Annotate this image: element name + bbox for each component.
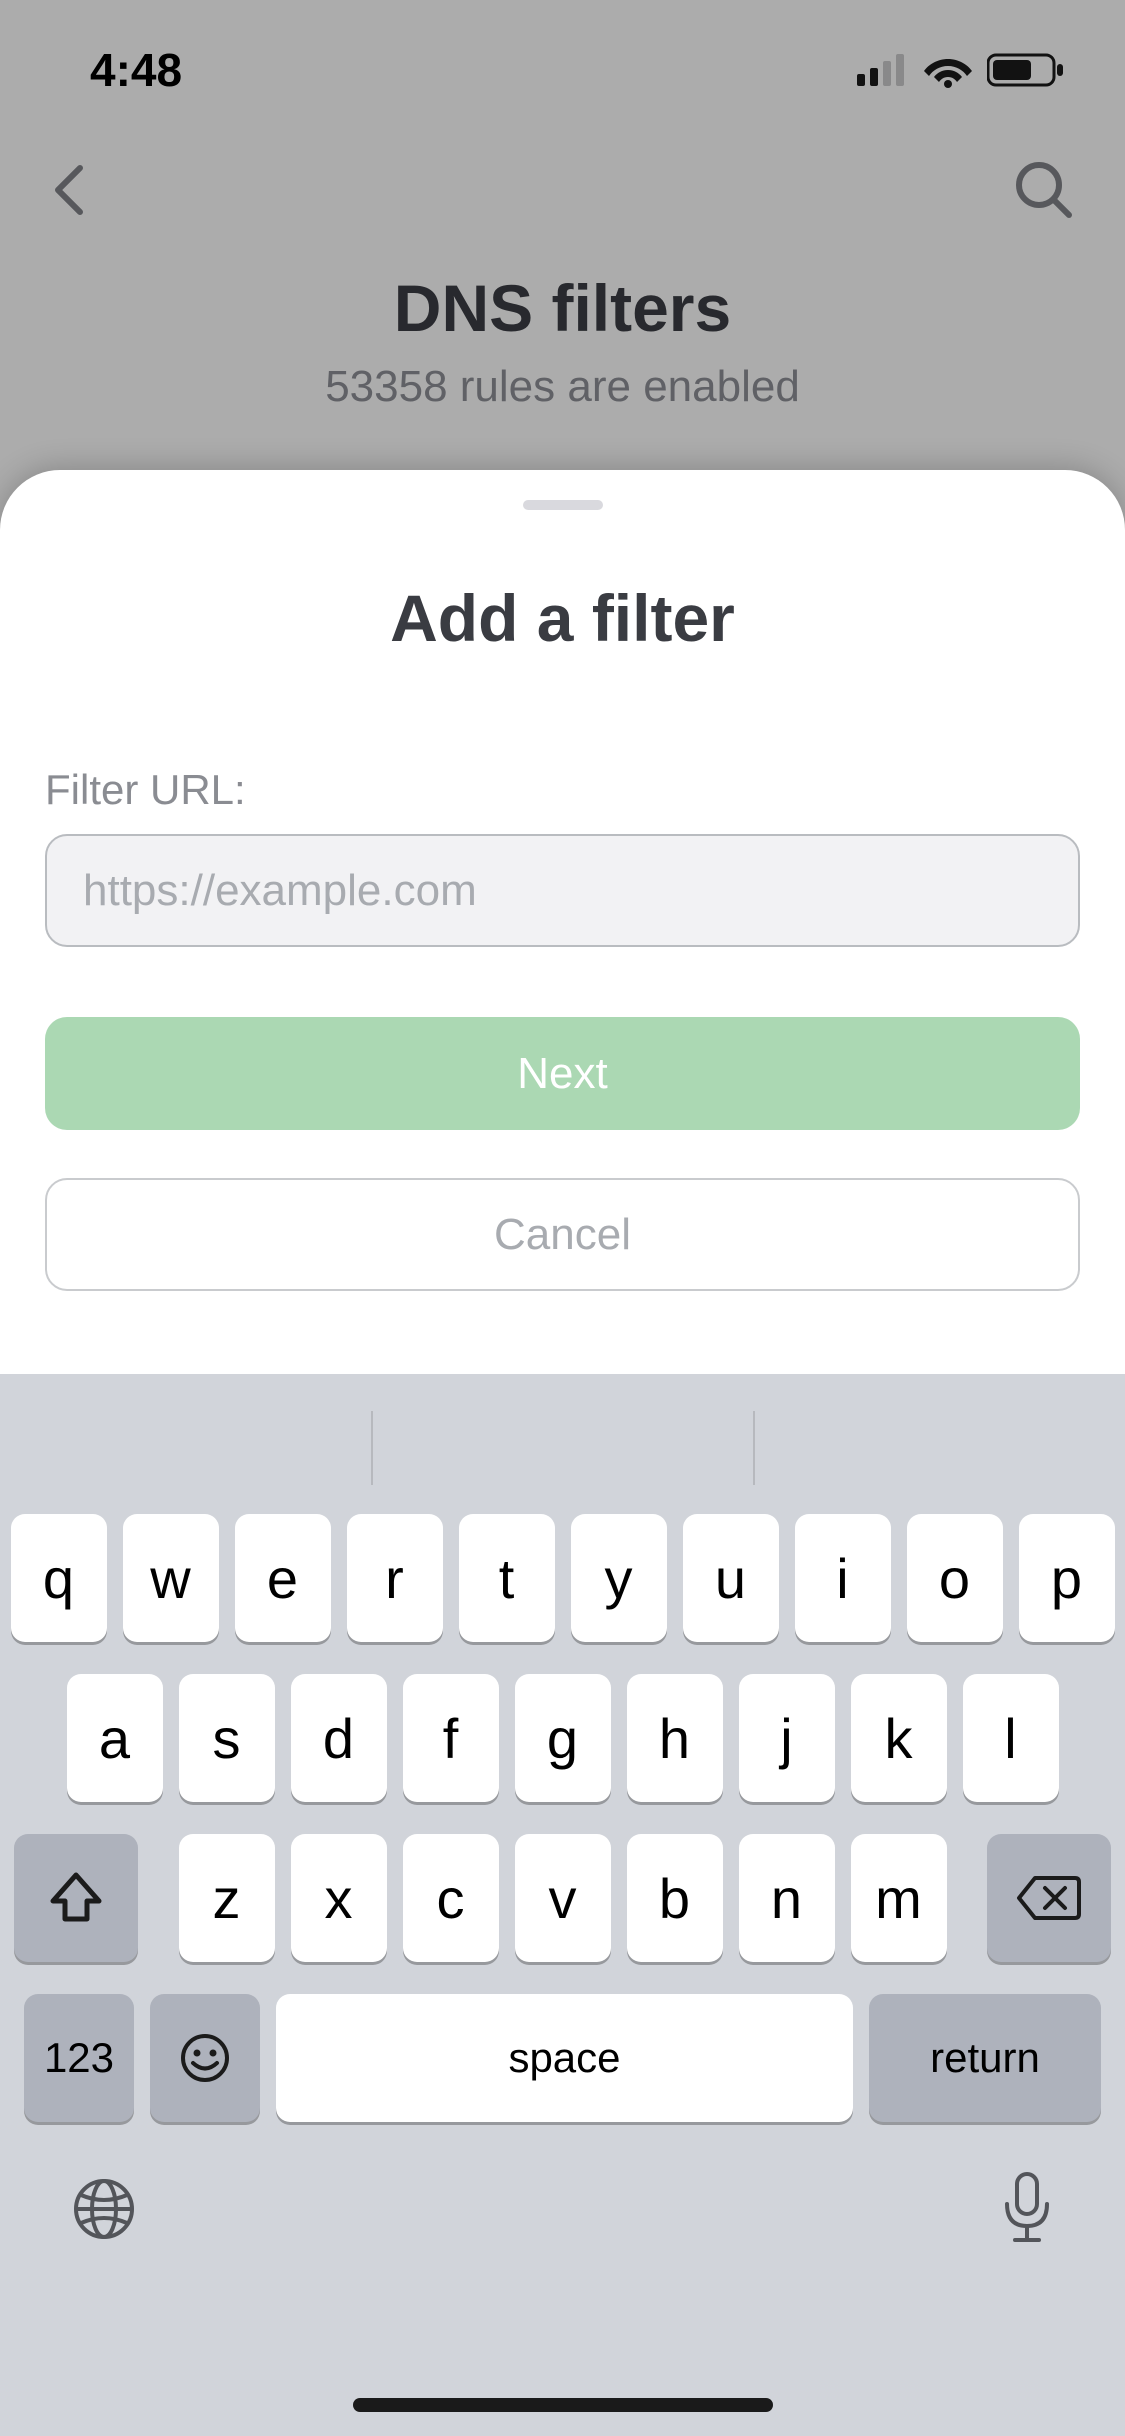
key-r[interactable]: r (347, 1514, 443, 1642)
emoji-key[interactable] (150, 1994, 260, 2122)
key-a[interactable]: a (67, 1674, 163, 1802)
key-d[interactable]: d (291, 1674, 387, 1802)
filter-url-label: Filter URL: (45, 766, 1080, 814)
key-l[interactable]: l (963, 1674, 1059, 1802)
key-x[interactable]: x (291, 1834, 387, 1962)
key-o[interactable]: o (907, 1514, 1003, 1642)
microphone-icon[interactable] (999, 2170, 1055, 2248)
key-b[interactable]: b (627, 1834, 723, 1962)
key-t[interactable]: t (459, 1514, 555, 1642)
key-m[interactable]: m (851, 1834, 947, 1962)
key-p[interactable]: p (1019, 1514, 1115, 1642)
key-z[interactable]: z (179, 1834, 275, 1962)
keyboard: qwertyuiop asdfghjkl zxcvbnm (0, 1374, 1125, 2436)
key-g[interactable]: g (515, 1674, 611, 1802)
suggest-divider (753, 1411, 755, 1485)
sheet-grabber[interactable] (523, 500, 603, 510)
backspace-icon (1015, 1874, 1083, 1922)
globe-icon[interactable] (70, 2175, 138, 2243)
space-key[interactable]: space (276, 1994, 853, 2122)
key-q[interactable]: q (11, 1514, 107, 1642)
key-u[interactable]: u (683, 1514, 779, 1642)
emoji-icon (179, 2032, 231, 2084)
suggestion-bar (0, 1392, 1125, 1504)
key-f[interactable]: f (403, 1674, 499, 1802)
suggest-divider (371, 1411, 373, 1485)
filter-url-input[interactable] (45, 834, 1080, 947)
key-w[interactable]: w (123, 1514, 219, 1642)
shift-icon (47, 1869, 105, 1927)
return-key[interactable]: return (869, 1994, 1101, 2122)
cancel-button[interactable]: Cancel (45, 1178, 1080, 1291)
key-i[interactable]: i (795, 1514, 891, 1642)
home-indicator[interactable] (353, 2398, 773, 2412)
key-y[interactable]: y (571, 1514, 667, 1642)
key-c[interactable]: c (403, 1834, 499, 1962)
numbers-key[interactable]: 123 (24, 1994, 134, 2122)
key-v[interactable]: v (515, 1834, 611, 1962)
key-k[interactable]: k (851, 1674, 947, 1802)
sheet-title: Add a filter (45, 580, 1080, 656)
key-n[interactable]: n (739, 1834, 835, 1962)
key-h[interactable]: h (627, 1674, 723, 1802)
key-e[interactable]: e (235, 1514, 331, 1642)
key-s[interactable]: s (179, 1674, 275, 1802)
shift-key[interactable] (14, 1834, 138, 1962)
next-button[interactable]: Next (45, 1017, 1080, 1130)
backspace-key[interactable] (987, 1834, 1111, 1962)
key-j[interactable]: j (739, 1674, 835, 1802)
